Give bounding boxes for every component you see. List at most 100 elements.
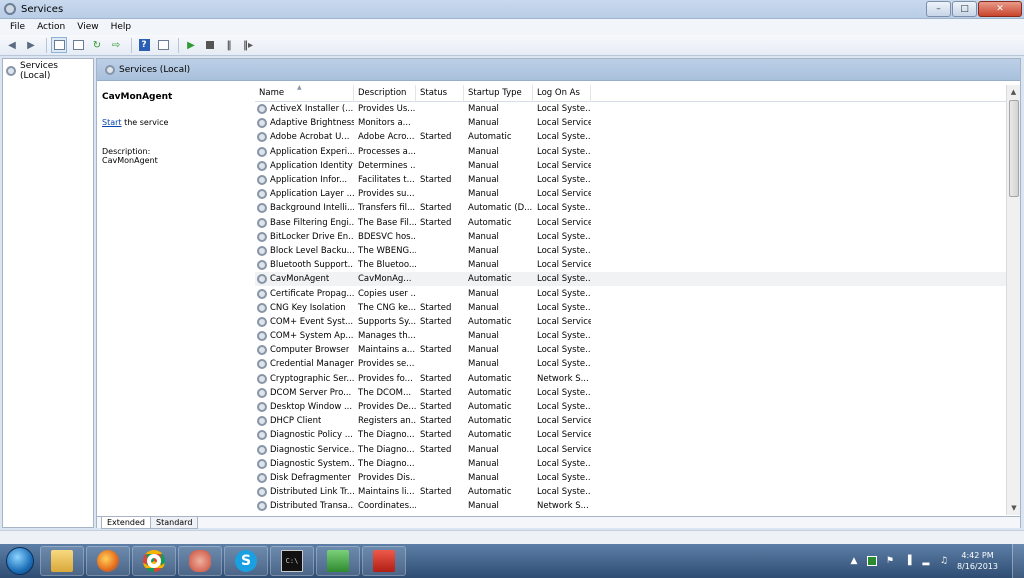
show-hide-action-pane-button[interactable] [155, 37, 171, 53]
service-status-cell: Started [420, 402, 452, 413]
table-row[interactable]: Credential Manager Provides se... Manual Lo… [255, 357, 1006, 371]
table-row[interactable]: Block Level Backu... The WBENG... Manual Lo… [255, 244, 1006, 258]
table-row[interactable]: Application Experi... Processes a... Manua… [255, 145, 1006, 159]
table-row[interactable]: DHCP Client Registers an... Started Automat… [255, 414, 1006, 428]
flag-icon[interactable]: ⚑ [885, 556, 895, 566]
service-log-on-as-cell: Local Syste... [537, 132, 591, 143]
service-startup-type-cell: Automatic [468, 373, 512, 384]
table-row[interactable]: Disk Defragmenter Provides Dis... Manual Lo… [255, 471, 1006, 485]
menu-view[interactable]: View [71, 22, 104, 32]
services-list: ▲ Name Description Status Startup Type L… [255, 85, 1006, 514]
green-status-icon[interactable] [866, 556, 877, 566]
column-header-description[interactable]: Description [354, 85, 416, 102]
forward-button[interactable]: ▶ [23, 37, 39, 53]
column-header-startup-type[interactable]: Startup Type [464, 85, 533, 102]
table-row[interactable]: Diagnostic Policy ... The Diagno... Starte… [255, 428, 1006, 442]
service-startup-type-cell: Manual [468, 160, 499, 171]
taskbar-firefox[interactable] [86, 546, 130, 576]
minimize-button[interactable]: – [926, 1, 951, 17]
table-row[interactable]: Application Layer ... Provides su... Manua… [255, 187, 1006, 201]
table-row[interactable]: Certificate Propag... Copies user ... Manu… [255, 286, 1006, 300]
table-row[interactable]: Diagnostic Service... The Diagno... Starte… [255, 443, 1006, 457]
show-hidden-icons-icon[interactable]: ▲ [849, 556, 859, 566]
table-row[interactable]: Adobe Acrobat U... Adobe Acro... Started Au… [255, 130, 1006, 144]
column-header-status[interactable]: Status [416, 85, 464, 102]
tree-item-services-local[interactable]: Services (Local) [3, 59, 93, 83]
table-row[interactable]: Cryptographic Ser... Provides fo... Starte… [255, 372, 1006, 386]
service-startup-type-cell: Automatic [468, 217, 512, 228]
scroll-up-icon[interactable]: ▲ [1007, 85, 1020, 99]
start-service-button[interactable]: ▶ [183, 37, 199, 53]
refresh-button[interactable]: ↻ [89, 37, 105, 53]
table-row[interactable]: Base Filtering Engi... The Base Fil... Sta… [255, 216, 1006, 230]
volume-icon[interactable]: ♫ [939, 556, 949, 566]
service-description-cell: Facilitates t... [358, 175, 415, 186]
taskbar-monitor-app[interactable] [316, 546, 360, 576]
service-description-cell: CavMonAg... [358, 274, 412, 285]
menu-action[interactable]: Action [31, 22, 71, 32]
table-row[interactable]: Computer Browser Maintains a... Started Man… [255, 343, 1006, 357]
table-row[interactable]: Desktop Window ... Provides De... Started A… [255, 400, 1006, 414]
taskbar-swirl-app[interactable] [178, 546, 222, 576]
scrollbar-thumb[interactable] [1009, 100, 1019, 197]
service-log-on-as-cell: Local Syste... [537, 231, 591, 242]
service-name-text: Credential Manager [270, 359, 354, 370]
taskbar-chrome[interactable] [132, 546, 176, 576]
table-row[interactable]: Background Intelli... Transfers fil... Sta… [255, 201, 1006, 215]
show-console-tree-button[interactable] [51, 37, 67, 53]
maximize-icon: □ [960, 4, 969, 14]
table-row[interactable]: CavMonAgent CavMonAg... Automatic Local Sys… [255, 272, 1006, 287]
service-log-on-as-cell: Local Syste... [537, 104, 591, 115]
menu-help[interactable]: Help [105, 22, 138, 32]
table-row[interactable]: CNG Key Isolation The CNG ke... Started Man… [255, 301, 1006, 315]
back-button[interactable]: ◀ [4, 37, 20, 53]
service-log-on-as-cell: Local Service [537, 189, 591, 200]
signal-icon[interactable]: ▂ [921, 556, 931, 566]
table-row[interactable]: Adaptive Brightness Monitors a... Manual Lo… [255, 116, 1006, 130]
sort-ascending-icon: ▲ [297, 85, 302, 91]
tab-standard[interactable]: Standard [150, 517, 199, 529]
service-description-cell: The Diagno... [358, 430, 415, 441]
table-row[interactable]: Application Infor... Facilitates t... Star… [255, 173, 1006, 187]
table-row[interactable]: Diagnostic System... The Diagno... Manual L… [255, 457, 1006, 471]
vertical-scrollbar[interactable]: ▲ ▼ [1006, 85, 1020, 515]
stop-service-button[interactable] [202, 37, 218, 53]
column-header-name[interactable]: Name [255, 85, 354, 102]
table-row[interactable]: Distributed Transa... Coordinates... Manua… [255, 499, 1006, 513]
panel-header: Services (Local) [97, 59, 1020, 81]
status-bar [0, 530, 1024, 544]
start-button[interactable] [0, 544, 40, 578]
taskbar-explorer[interactable] [40, 546, 84, 576]
taskbar-toolbox[interactable] [362, 546, 406, 576]
table-row[interactable]: Bluetooth Support... The Bluetoo... Manual… [255, 258, 1006, 272]
maximize-button[interactable]: □ [952, 1, 977, 17]
properties-button[interactable] [70, 37, 86, 53]
start-service-link[interactable]: Start [102, 118, 122, 127]
gear-icon [257, 288, 267, 299]
export-list-button[interactable]: ⇨ [108, 37, 124, 53]
show-desktop-button[interactable] [1012, 544, 1024, 578]
menu-file[interactable]: File [4, 22, 31, 32]
table-row[interactable]: DCOM Server Pro... The DCOM... Started Auto… [255, 386, 1006, 400]
column-header-log-on-as[interactable]: Log On As [533, 85, 591, 102]
panel-header-title: Services (Local) [119, 64, 191, 75]
service-description-cell: Provides Dis... [358, 472, 416, 483]
help-button[interactable]: ? [136, 37, 152, 53]
table-row[interactable]: BitLocker Drive En... BDESVC hos... Manual… [255, 230, 1006, 244]
table-row[interactable]: Distributed Link Tr... Maintains li... Sta… [255, 485, 1006, 499]
service-log-on-as-cell: Local Service [537, 430, 591, 441]
scroll-down-icon[interactable]: ▼ [1007, 501, 1021, 515]
taskbar-cmd[interactable]: C:\ [270, 546, 314, 576]
clock[interactable]: 4:42 PM 8/16/2013 [957, 550, 998, 572]
tab-extended[interactable]: Extended [101, 517, 151, 529]
service-startup-type-cell: Manual [468, 359, 499, 370]
network-icon[interactable]: ▐ [903, 556, 913, 566]
table-row[interactable]: COM+ Event Syst... Supports Sy... Started A… [255, 315, 1006, 329]
taskbar-skype[interactable]: S [224, 546, 268, 576]
pause-service-button[interactable]: ‖ [221, 37, 237, 53]
close-button[interactable]: ✕ [978, 1, 1022, 17]
table-row[interactable]: COM+ System Ap... Manages th... Manual Loca… [255, 329, 1006, 343]
table-row[interactable]: Application Identity Determines ... Manual… [255, 159, 1006, 173]
restart-service-button[interactable]: ‖▸ [240, 37, 256, 53]
table-row[interactable]: ActiveX Installer (... Provides Us... Manu… [255, 102, 1006, 116]
